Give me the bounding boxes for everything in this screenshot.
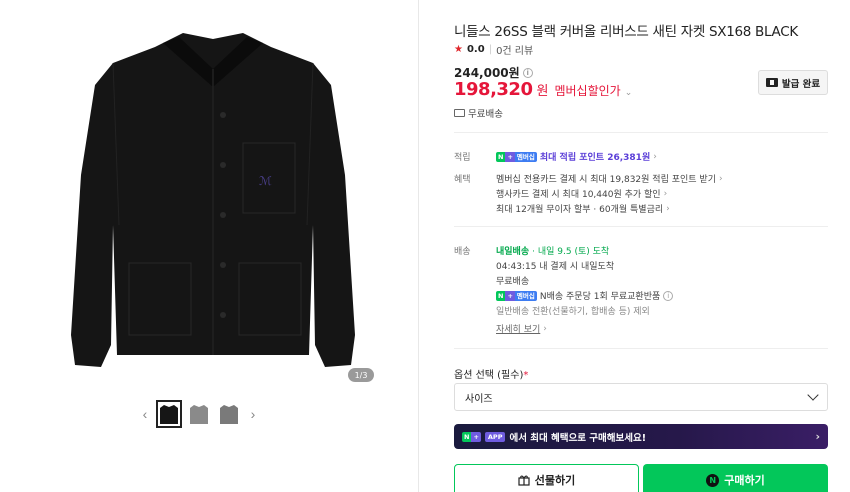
gallery-divider <box>418 0 419 492</box>
coupon-icon <box>765 78 778 87</box>
app-promo-banner[interactable]: N + APP 에서 최대 혜택으로 구매해보세요! › <box>454 424 828 449</box>
option-label: 옵션 선택 (필수)* <box>454 370 529 381</box>
benefit-line-1[interactable]: 멤버십 전용카드 결제 시 최대 19,832원 적립 포인트 받기 › <box>496 172 723 186</box>
gift-button-label: 선물하기 <box>534 474 576 487</box>
detail-link-row[interactable]: 자세히 보기 › <box>496 322 547 336</box>
tomorrow-delivery-badge: 내일배송 <box>496 247 530 257</box>
rating-row: ★ 0.0 | 0건 리뷰 <box>454 42 533 57</box>
membership-price-label[interactable]: 멤버십할인가 <box>554 82 620 99</box>
tomorrow-delivery-date: · 내일 9.5 (토) 도착 <box>532 247 610 257</box>
product-main-image[interactable]: ℳ <box>40 20 385 390</box>
order-deadline: 04:43:15 내 결제 시 내일도착 <box>496 262 615 272</box>
shipping-summary-text: 무료배송 <box>468 109 503 120</box>
thumb-prev-icon[interactable]: ‹ <box>138 407 152 421</box>
chevron-right-icon: › <box>653 151 657 162</box>
divider <box>454 226 828 227</box>
naver-pay-icon: N <box>706 473 720 487</box>
review-count[interactable]: 0건 리뷰 <box>496 42 533 57</box>
detail-link[interactable]: 자세히 보기 <box>496 322 540 335</box>
divider <box>454 348 828 349</box>
shipping-summary: 무료배송 <box>454 106 503 120</box>
info-icon[interactable]: i <box>522 67 533 78</box>
free-exchange-row: N + 멤버십 N배송 주문당 1회 무료교환반품 i <box>496 289 674 302</box>
max-points-text: 최대 적립 포인트 26,381원 <box>539 153 651 163</box>
rating-score: 0.0 <box>466 44 485 55</box>
thumbnail-3[interactable] <box>216 400 242 428</box>
chevron-down-icon[interactable]: ⌄ <box>625 88 633 98</box>
chevron-right-icon: › <box>815 430 820 443</box>
tomorrow-delivery-row: 내일배송 · 내일 9.5 (토) 도착 <box>496 244 609 257</box>
size-select[interactable]: 사이즈 <box>454 383 828 411</box>
naver-plus-membership-badge: N + 멤버십 <box>496 151 537 162</box>
points-label: 적립 <box>454 153 471 163</box>
thumbnail-jacket-gray-icon <box>190 405 208 424</box>
chevron-right-icon: › <box>718 173 723 184</box>
svg-text:ℳ: ℳ <box>259 174 272 188</box>
benefit-line-2[interactable]: 행사카드 결제 시 최대 10,440원 추가 할인 › <box>496 187 668 201</box>
sale-price: 198,320 <box>454 79 533 100</box>
chevron-right-icon: › <box>663 188 668 199</box>
naver-plus-membership-badge: N + 멤버십 <box>496 290 537 301</box>
coupon-issued-button[interactable]: 발급 완료 <box>758 70 828 95</box>
points-row[interactable]: N + 멤버십 최대 적립 포인트 26,381원 › <box>496 150 657 163</box>
buy-button[interactable]: N 구매하기 <box>643 464 828 492</box>
buy-button-label: 구매하기 <box>724 474 765 487</box>
size-select-value: 사이즈 <box>465 393 493 405</box>
benefit-label: 혜택 <box>454 175 471 185</box>
info-icon[interactable]: i <box>663 290 674 301</box>
sale-price-row: 198,320 원 멤버십할인가 ⌄ <box>454 79 632 100</box>
product-gallery: ℳ 1/3 ‹ › <box>0 0 418 492</box>
free-exchange-text: N배송 주문당 1회 무료교환반품 <box>539 292 661 302</box>
coupon-button-label: 발급 완료 <box>781 78 821 90</box>
naver-plus-badge: N + <box>462 431 481 442</box>
thumbnail-2[interactable] <box>186 400 212 428</box>
benefit-line-3[interactable]: 최대 12개월 무이자 할부 · 60개월 특별금리 › <box>496 202 670 216</box>
product-title: 니들스 26SS 블랙 커버올 리버스드 새틴 자켓 SX168 BLACK <box>454 24 798 40</box>
image-page-indicator: 1/3 <box>348 368 374 382</box>
chevron-right-icon: › <box>666 203 670 214</box>
app-banner-text: 에서 최대 혜택으로 구매해보세요! <box>509 432 647 444</box>
gift-icon <box>518 475 530 486</box>
thumbnail-1[interactable] <box>156 400 182 428</box>
delivery-free: 무료배송 <box>496 277 530 287</box>
star-icon: ★ <box>454 44 463 55</box>
gift-button[interactable]: 선물하기 <box>454 464 639 492</box>
rating-separator: | <box>488 44 493 55</box>
general-delivery-note: 일반배송 전환(선물하기, 합배송 등) 제외 <box>496 307 650 317</box>
chevron-right-icon: › <box>543 323 547 334</box>
sale-currency: 원 <box>536 84 549 99</box>
thumbnail-strip: ‹ › <box>138 400 260 428</box>
divider <box>454 132 828 133</box>
thumb-next-icon[interactable]: › <box>246 407 260 421</box>
required-mark: * <box>523 370 529 381</box>
jacket-image: ℳ <box>70 33 355 367</box>
truck-icon <box>454 109 465 117</box>
app-tag: APP <box>484 431 506 442</box>
delivery-label: 배송 <box>454 247 471 257</box>
thumbnail-jacket-gray-icon <box>220 405 238 424</box>
thumbnail-jacket-black-icon <box>160 405 178 424</box>
chevron-down-icon <box>807 389 819 401</box>
